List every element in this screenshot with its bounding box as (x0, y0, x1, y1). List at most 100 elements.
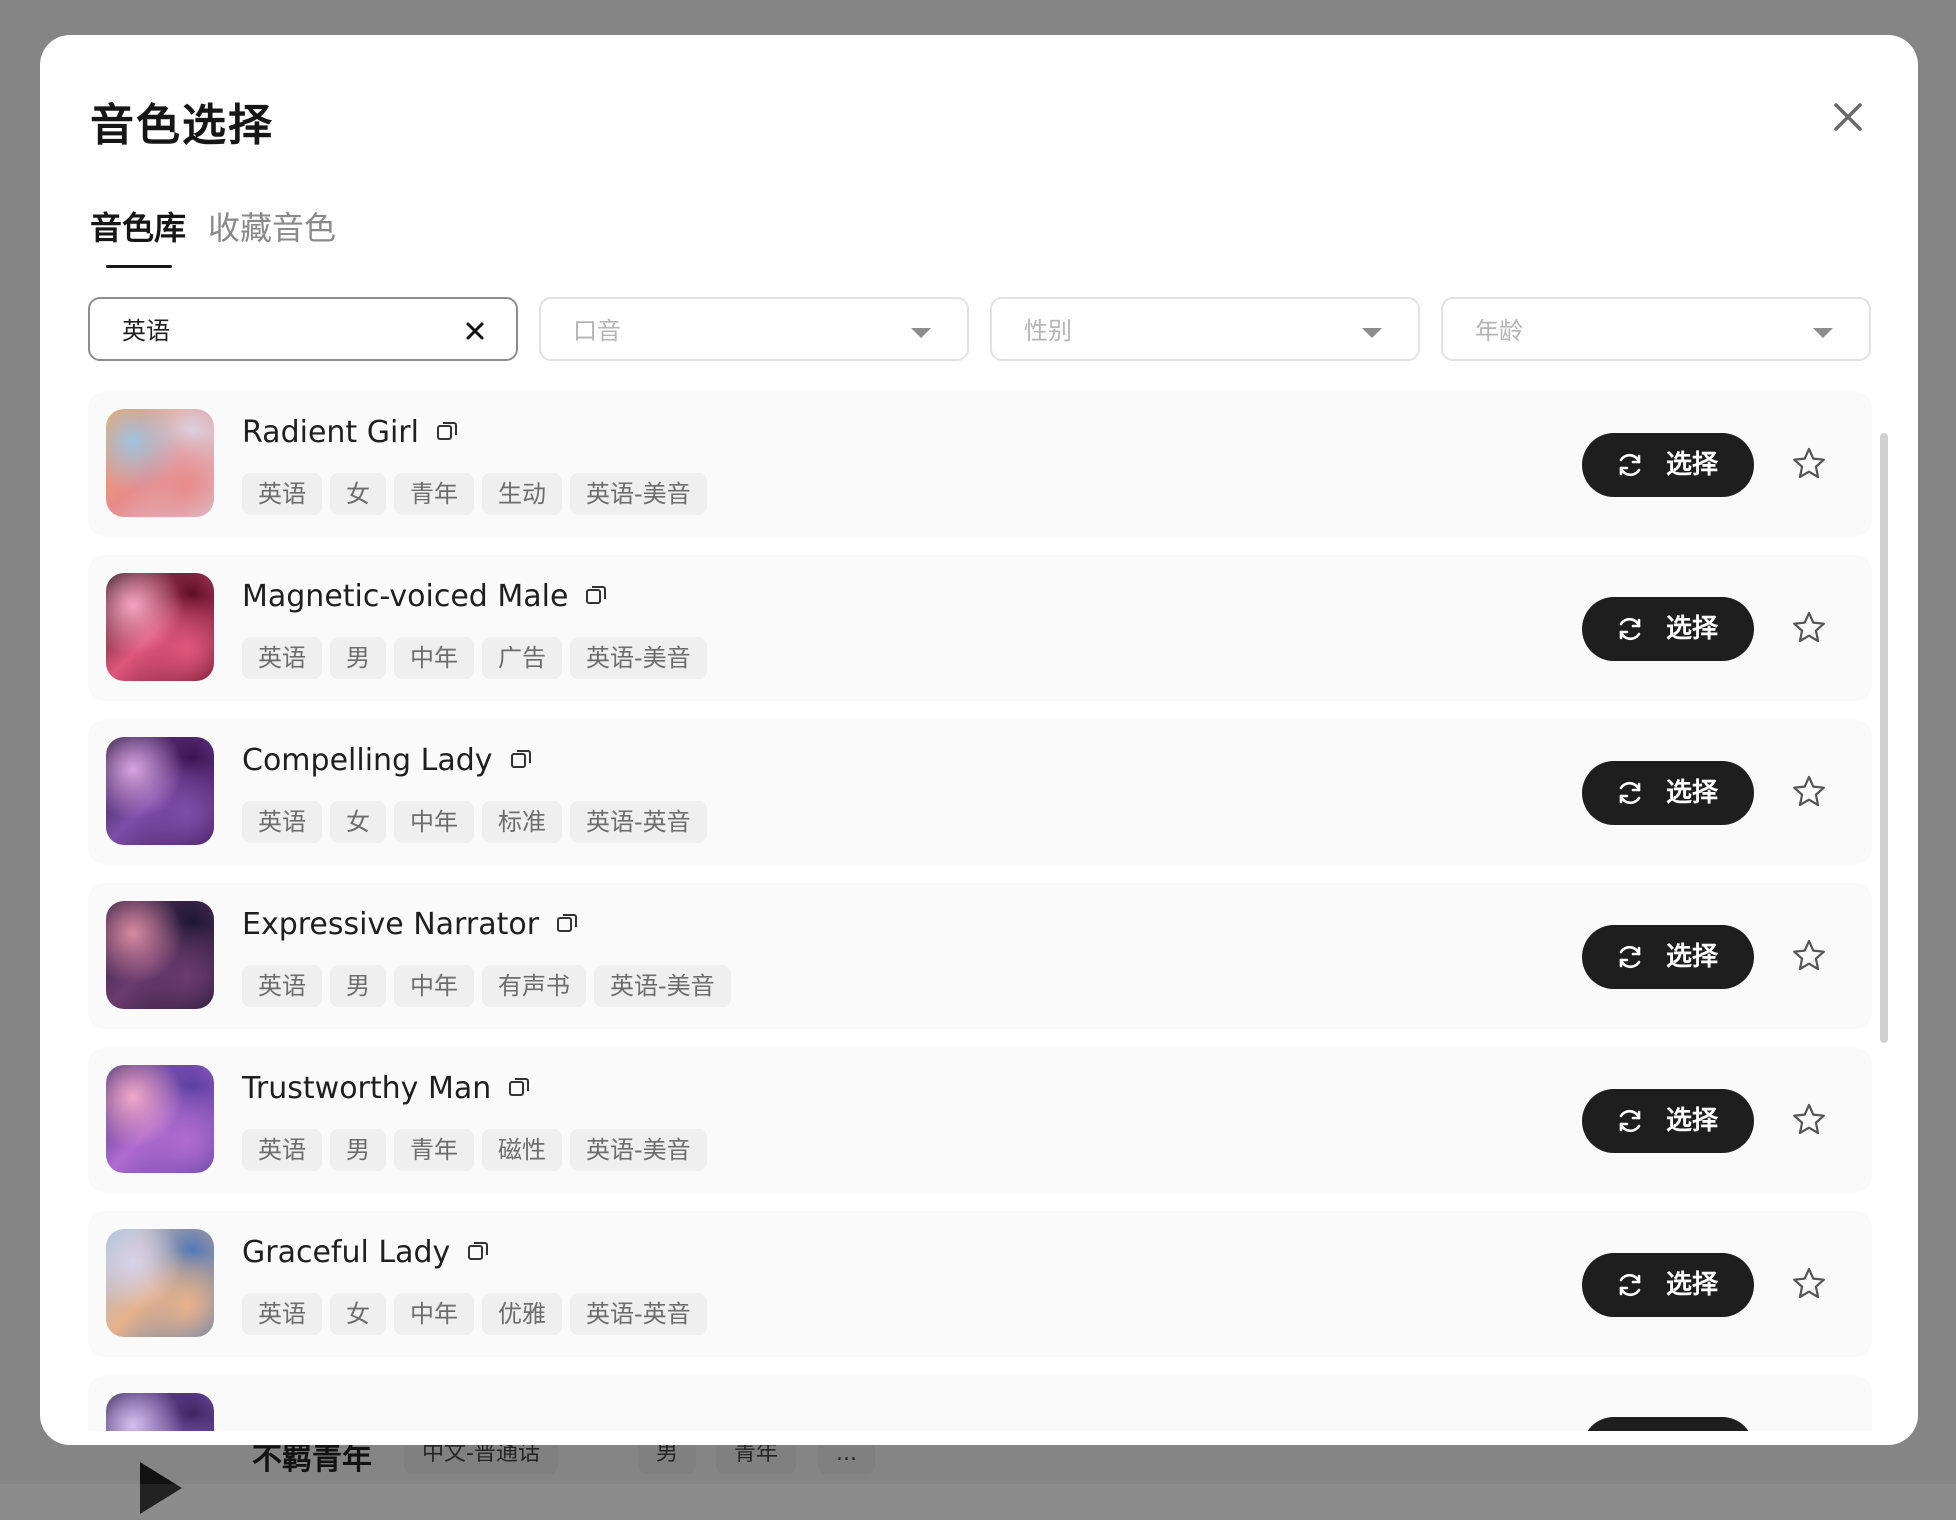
voice-tag: 中年 (394, 1293, 474, 1335)
tab-voice-library[interactable]: 音色库 (90, 203, 186, 249)
refresh-icon (1619, 617, 1641, 641)
copy-icon[interactable] (555, 911, 579, 935)
voice-name-text: Graceful Lady (242, 1235, 451, 1270)
chevron-down-icon (1362, 328, 1382, 338)
accent-select[interactable]: 口音 (539, 297, 969, 361)
voice-tag: 广告 (482, 637, 562, 679)
close-button[interactable] (1826, 95, 1870, 139)
gender-placeholder: 性别 (1024, 317, 1072, 345)
copy-icon[interactable] (435, 419, 459, 443)
voice-name: Expressive Narrator (242, 907, 579, 942)
copy-icon[interactable] (509, 747, 533, 771)
voice-tag: 英语 (242, 473, 322, 515)
voice-avatar (106, 901, 214, 1009)
voice-name-text: Radient Girl (242, 415, 419, 450)
select-voice-button[interactable]: 选择 (1582, 1253, 1754, 1317)
clear-icon[interactable] (464, 320, 486, 342)
scrollbar-track[interactable] (1880, 397, 1888, 1427)
close-icon (1834, 103, 1862, 131)
voice-card[interactable]: Trustworthy Man 英语男青年 磁性 英语-美音 选择 (88, 1047, 1872, 1193)
select-voice-label: 选择 (1666, 1417, 1718, 1431)
voice-card[interactable]: Graceful Lady 英语女中年 优雅 英语-英音 选择 (88, 1211, 1872, 1357)
favorite-star-icon[interactable] (1790, 1429, 1828, 1431)
active-tab-indicator (106, 265, 172, 268)
voice-name-text: Expressive Narrator (242, 907, 540, 942)
voice-tag: 男 (330, 637, 386, 679)
voice-tags: 英语男中年 有声书 英语-美音 (242, 965, 739, 1007)
voice-card[interactable]: Compelling Lady 英语女中年 标准 英语-英音 选择 (88, 719, 1872, 865)
voice-card[interactable]: Expressive Narrator 英语男中年 有声书 英语-美音 选择 (88, 883, 1872, 1029)
select-voice-button[interactable]: 选择 (1582, 761, 1754, 825)
voice-card[interactable]: 选择 (88, 1375, 1872, 1431)
voice-name: Compelling Lady (242, 743, 533, 778)
voice-tag: 英语 (242, 1293, 322, 1335)
voice-tag: 中年 (394, 637, 474, 679)
voice-tags: 英语女中年 优雅 英语-英音 (242, 1293, 715, 1335)
refresh-icon (1619, 453, 1641, 477)
voice-name: Graceful Lady (242, 1235, 490, 1270)
dialog-title: 音色选择 (90, 100, 274, 151)
voice-card[interactable]: Magnetic-voiced Male 英语男中年 广告 英语-美音 选择 (88, 555, 1872, 701)
voice-name: Trustworthy Man (242, 1071, 531, 1106)
voice-tag: 英语 (242, 965, 322, 1007)
select-voice-button[interactable]: 选择 (1582, 433, 1754, 497)
select-voice-button[interactable]: 选择 (1582, 1089, 1754, 1153)
voice-tag: 优雅 (482, 1293, 562, 1335)
gender-select[interactable]: 性别 (990, 297, 1420, 361)
favorite-star-icon[interactable] (1790, 1101, 1828, 1139)
tab-favorite-voices[interactable]: 收藏音色 (208, 203, 336, 249)
voice-tag: 男 (330, 1129, 386, 1171)
select-voice-label: 选择 (1666, 1270, 1719, 1300)
voice-avatar (106, 737, 214, 845)
voice-card[interactable]: Radient Girl 英语女青年 生动 英语-美音 选择 (88, 391, 1872, 537)
favorite-star-icon[interactable] (1790, 1265, 1828, 1303)
refresh-icon (1619, 1109, 1641, 1133)
select-voice-label: 选择 (1666, 450, 1719, 480)
voice-tag: 英语 (242, 801, 322, 843)
voice-tag: 中年 (394, 965, 474, 1007)
voice-tag: 有声书 (482, 965, 586, 1007)
select-voice-button[interactable]: 选择 (1582, 925, 1754, 989)
scrollbar-thumb[interactable] (1880, 433, 1888, 1043)
refresh-icon (1619, 945, 1641, 969)
voice-tags: 英语女青年 生动 英语-美音 (242, 473, 715, 515)
chevron-down-icon (911, 328, 931, 338)
voice-tag: 标准 (482, 801, 562, 843)
voice-tags: 英语男中年 广告 英语-美音 (242, 637, 715, 679)
voice-avatar (106, 409, 214, 517)
voice-tag: 生动 (482, 473, 562, 515)
voice-tags: 英语女中年 标准 英语-英音 (242, 801, 715, 843)
favorite-star-icon[interactable] (1790, 445, 1828, 483)
copy-icon[interactable] (584, 583, 608, 607)
voice-avatar (106, 573, 214, 681)
copy-icon[interactable] (466, 1239, 490, 1263)
search-value: 英语 (122, 317, 170, 345)
voice-name: Radient Girl (242, 415, 459, 450)
age-select[interactable]: 年龄 (1441, 297, 1871, 361)
filter-bar: 英语 口音 性别 年龄 (88, 297, 1872, 365)
chevron-down-icon (1813, 328, 1833, 338)
voice-tag: 英语 (242, 637, 322, 679)
voice-tag: 英语-美音 (570, 473, 707, 515)
voice-tag: 英语-英音 (570, 801, 707, 843)
voice-tag: 磁性 (482, 1129, 562, 1171)
favorite-star-icon[interactable] (1790, 773, 1828, 811)
select-voice-button[interactable]: 选择 (1582, 1417, 1754, 1431)
voice-tag: 英语-美音 (570, 1129, 707, 1171)
voice-tag: 青年 (394, 473, 474, 515)
select-voice-label: 选择 (1666, 614, 1719, 644)
voice-avatar (106, 1393, 214, 1431)
favorite-star-icon[interactable] (1790, 937, 1828, 975)
voice-tag: 女 (330, 473, 386, 515)
copy-icon[interactable] (507, 1075, 531, 1099)
favorite-star-icon[interactable] (1790, 609, 1828, 647)
refresh-icon (1619, 1273, 1641, 1297)
select-voice-button[interactable]: 选择 (1582, 597, 1754, 661)
voice-tag: 男 (330, 965, 386, 1007)
select-voice-label: 选择 (1666, 778, 1719, 808)
language-search-input[interactable]: 英语 (88, 297, 518, 361)
voice-name-text: Trustworthy Man (242, 1071, 492, 1106)
voice-list[interactable]: Radient Girl 英语女青年 生动 英语-美音 选择 Magnetic-voice… (88, 391, 1872, 1431)
refresh-icon (1619, 781, 1641, 805)
voice-select-dialog: 音色选择 音色库 收藏音色 英语 口音 性别 年龄 Radient Girl 英… (40, 35, 1918, 1445)
